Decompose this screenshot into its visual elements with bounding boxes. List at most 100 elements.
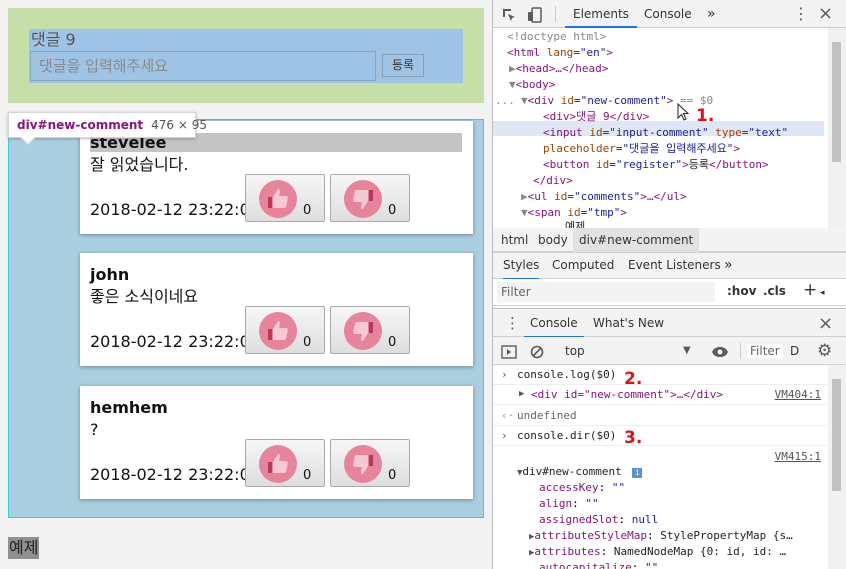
log-levels-dropdown[interactable]: D bbox=[790, 344, 799, 358]
eye-icon[interactable] bbox=[711, 337, 729, 365]
comment-card: john 좋은 소식이네요 2018-02-12 23:22:00 0 0 bbox=[80, 253, 473, 366]
dislike-count: 0 bbox=[388, 335, 397, 350]
node-html[interactable]: <html lang="en"> bbox=[507, 45, 613, 61]
tab-event-listeners[interactable]: Event Listeners bbox=[628, 253, 721, 280]
console-result-1[interactable]: ▶ <div id="new-comment">…</div> VM404:1 bbox=[493, 385, 827, 405]
scrollbar-thumb[interactable] bbox=[832, 379, 841, 491]
comment-date: 2018-02-12 23:22:00 bbox=[90, 332, 260, 351]
console-settings-gear-icon[interactable]: ⚙ bbox=[817, 337, 832, 365]
console-toolbar: top ▼ Filter D ⚙ bbox=[493, 337, 846, 365]
register-button[interactable]: 등록 bbox=[382, 54, 424, 77]
toolbar-separator bbox=[740, 343, 741, 359]
console-output: › console.log($0) ▶ <div id="new-comment… bbox=[493, 365, 827, 569]
tooltip-selector: #new-comment bbox=[37, 118, 144, 132]
collapse-triangle-icon: ▼ bbox=[521, 206, 528, 219]
devtools-panel: Elements Console » ⋮ × <!doctype html> <… bbox=[493, 0, 846, 569]
sidebar-toggle-icon[interactable]: ◂ bbox=[820, 288, 825, 298]
comment-author: hemhem bbox=[90, 398, 168, 417]
tab-computed[interactable]: Computed bbox=[552, 253, 614, 280]
clear-console-icon[interactable] bbox=[530, 337, 544, 365]
breadcrumb-new-comment[interactable]: div#new-comment bbox=[573, 228, 700, 252]
breadcrumb-body[interactable]: body bbox=[538, 228, 568, 252]
close-devtools-icon[interactable]: × bbox=[818, 0, 833, 28]
breadcrumb-html[interactable]: html bbox=[501, 228, 528, 252]
mouse-cursor-icon bbox=[677, 103, 689, 121]
hov-toggle[interactable]: :hov bbox=[727, 284, 756, 298]
annotation-1: 1. bbox=[696, 106, 715, 126]
like-count: 0 bbox=[303, 203, 312, 218]
more-style-tabs-icon[interactable]: » bbox=[724, 253, 733, 280]
inspect-element-icon[interactable] bbox=[501, 0, 517, 28]
node-div-close[interactable]: </div> bbox=[533, 173, 573, 189]
context-dropdown-icon[interactable]: ▼ bbox=[683, 337, 691, 365]
dir-property[interactable]: ▶attributes: NamedNodeMap {0: id, id: … bbox=[529, 545, 786, 558]
context-selector[interactable]: top bbox=[565, 337, 585, 365]
device-toolbar-icon[interactable] bbox=[527, 0, 543, 28]
node-input-placeholder[interactable]: placeholder="댓글을 입력해주세요"> bbox=[543, 141, 740, 157]
dislike-button[interactable]: 0 bbox=[330, 439, 410, 487]
styles-filter-row: Filter :hov .cls + ◂ bbox=[493, 279, 846, 306]
dir-property: accessKey: "" bbox=[539, 481, 626, 494]
source-link[interactable]: VM415:1 bbox=[775, 450, 821, 463]
info-icon: i bbox=[632, 468, 643, 478]
console-command-1: › console.log($0) bbox=[493, 365, 827, 385]
node-doctype[interactable]: <!doctype html> bbox=[507, 29, 606, 45]
node-body[interactable]: ▼<body> bbox=[509, 77, 555, 93]
dir-property: align: "" bbox=[539, 497, 599, 510]
styles-filter-input[interactable]: Filter bbox=[497, 282, 715, 302]
comment-date: 2018-02-12 23:22:00 bbox=[90, 465, 260, 484]
toolbar-separator bbox=[555, 6, 556, 22]
like-button[interactable]: 0 bbox=[245, 306, 325, 354]
like-button[interactable]: 0 bbox=[245, 174, 325, 222]
expand-triangle-icon: ▶ bbox=[521, 190, 528, 203]
show-sidebar-icon[interactable] bbox=[501, 337, 517, 365]
node-button[interactable]: <button id="register">등록</button> bbox=[543, 157, 769, 173]
console-filter-input[interactable]: Filter bbox=[747, 344, 783, 358]
node-inner-div[interactable]: <div>댓글 9</div> bbox=[543, 109, 649, 125]
comment-input[interactable]: 댓글을 입력해주세요 bbox=[30, 51, 376, 81]
prompt-chevron-icon: › bbox=[501, 368, 508, 381]
comment-text: ? bbox=[90, 420, 99, 439]
close-drawer-icon[interactable]: × bbox=[818, 309, 833, 338]
cls-toggle[interactable]: .cls bbox=[763, 284, 786, 298]
new-rule-button[interactable]: + bbox=[803, 280, 817, 300]
dir-property: assignedSlot: null bbox=[539, 513, 659, 526]
collapse-triangle-icon: ▼ bbox=[521, 94, 528, 107]
thumbs-down-icon bbox=[353, 190, 373, 209]
node-head[interactable]: ▶<head>…</head> bbox=[509, 61, 608, 77]
kebab-menu-icon[interactable]: ⋮ bbox=[793, 0, 809, 28]
like-count: 0 bbox=[303, 468, 312, 483]
thumbs-down-icon bbox=[353, 455, 373, 474]
dir-object-header[interactable]: ▼div#new-comment i bbox=[517, 465, 643, 478]
tab-console[interactable]: Console bbox=[644, 0, 692, 28]
more-tabs-icon[interactable]: » bbox=[707, 0, 716, 28]
tab-styles[interactable]: Styles bbox=[503, 253, 540, 280]
dir-property: autocapitalize: "" bbox=[539, 561, 659, 569]
drawer-menu-icon[interactable]: ⋮ bbox=[505, 309, 520, 338]
drawer-tab-whats-new[interactable]: What's New bbox=[593, 309, 664, 338]
node-comments-ul[interactable]: ▶<ul id="comments">…</ul> bbox=[521, 189, 687, 205]
dislike-button[interactable]: 0 bbox=[330, 306, 410, 354]
console-command-2: › console.dir($0) bbox=[493, 426, 827, 446]
scrollbar-thumb[interactable] bbox=[832, 42, 841, 162]
prompt-chevron-icon: › bbox=[501, 429, 508, 442]
drawer-tab-console[interactable]: Console bbox=[524, 309, 584, 338]
collapse-triangle-icon: ▼ bbox=[509, 78, 516, 91]
console-scrollbar[interactable] bbox=[828, 365, 846, 569]
source-link[interactable]: VM404:1 bbox=[775, 388, 821, 401]
annotation-2: 2. bbox=[624, 369, 643, 389]
elements-scrollbar[interactable] bbox=[828, 28, 846, 228]
node-actions-ellipsis[interactable]: ... bbox=[495, 93, 515, 109]
inspect-tooltip: div#new-comment 476 × 95 bbox=[8, 112, 207, 146]
node-input[interactable]: <input id="input-comment" type="text" bbox=[543, 125, 788, 141]
node-tmp-text[interactable]: 예제 bbox=[565, 219, 585, 228]
like-button[interactable]: 0 bbox=[245, 439, 325, 487]
comments-list: stevelee 잘 읽었습니다. 2018-02-12 23:22:00 0 … bbox=[8, 119, 484, 518]
thumbs-down-icon bbox=[353, 322, 373, 341]
tab-elements[interactable]: Elements bbox=[565, 0, 637, 28]
dislike-button[interactable]: 0 bbox=[330, 174, 410, 222]
thumbs-up-icon bbox=[268, 189, 288, 208]
comment-card: hemhem ? 2018-02-12 23:22:00 0 0 bbox=[80, 386, 473, 499]
dir-property[interactable]: ▶attributeStyleMap: StylePropertyMap {s… bbox=[529, 529, 793, 542]
thumbs-up-icon bbox=[268, 454, 288, 473]
